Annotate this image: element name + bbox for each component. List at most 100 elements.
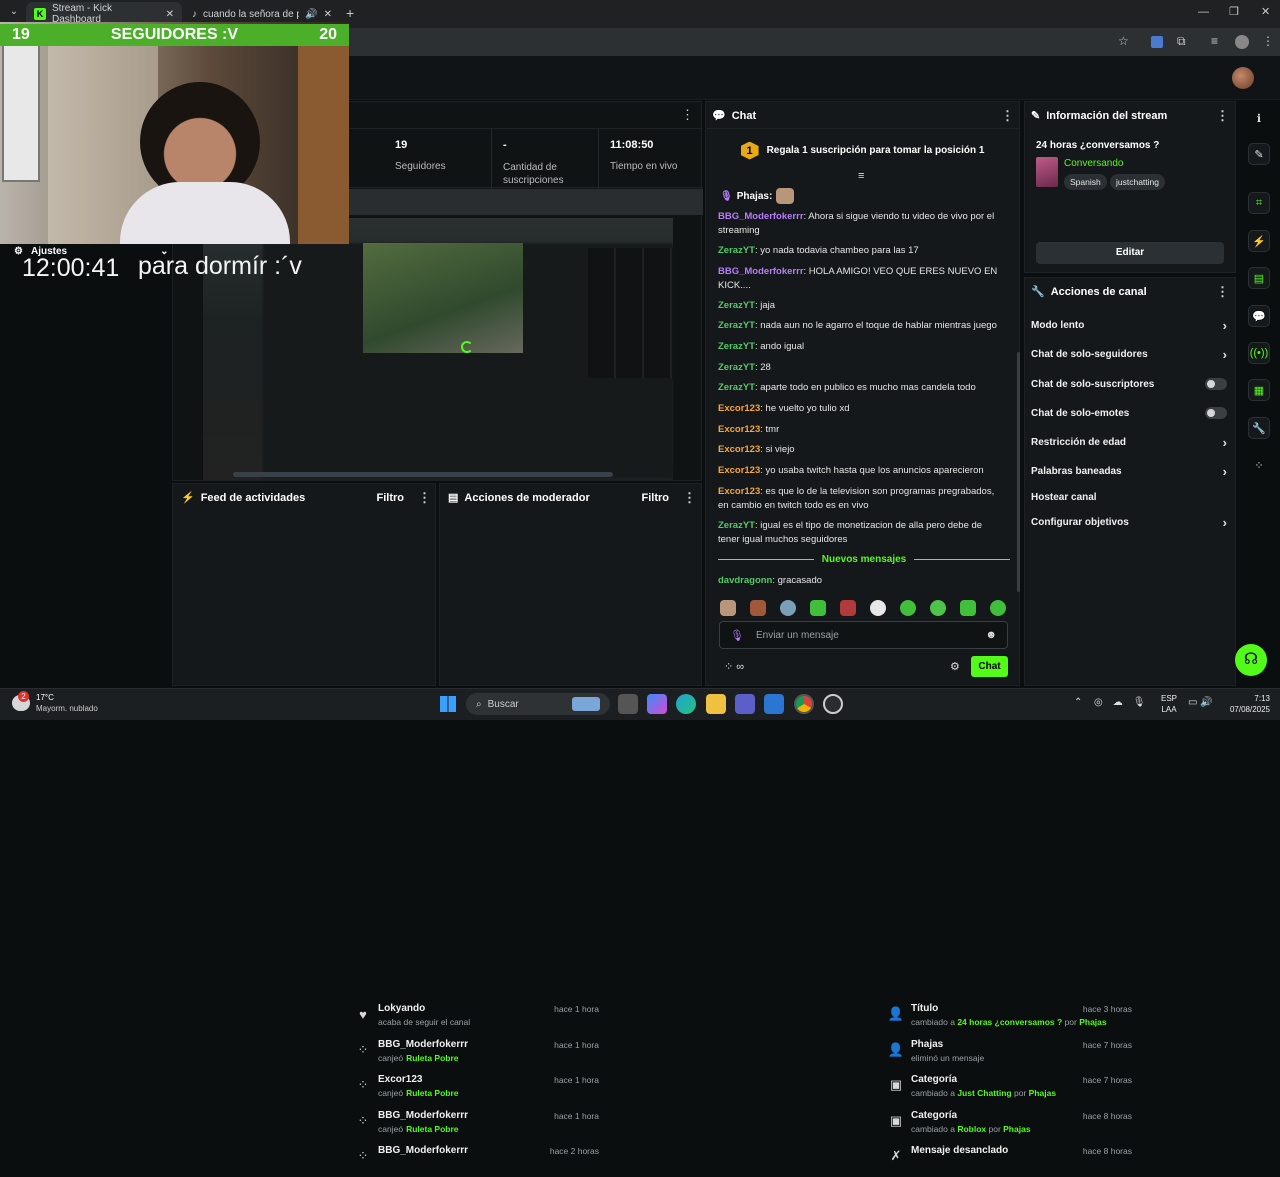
chat-username[interactable]: ZerazYT (718, 362, 755, 373)
close-window-icon[interactable]: ✕ (1261, 5, 1270, 18)
emote-globe-icon[interactable] (780, 600, 796, 616)
emote-ball-icon[interactable] (870, 600, 886, 616)
channel-action-item[interactable]: Restricción de edad › (1031, 435, 1227, 450)
mod-action-item[interactable]: ▣ Categoría hace 7 horas cambiado a Just Ch… (888, 1074, 1136, 1106)
taskbar-search-box[interactable]: ⌕ Buscar (466, 693, 610, 715)
extensions-icon[interactable]: ⧉ (1177, 34, 1186, 49)
emote-red-icon[interactable] (840, 600, 856, 616)
chat-username[interactable]: Excor123 (718, 424, 760, 435)
preview-menu-icon[interactable]: ⋮ (681, 108, 694, 121)
category-name[interactable]: Conversando (1064, 158, 1123, 169)
task-view-icon[interactable] (618, 694, 638, 714)
lightning-icon[interactable]: ⚡ (1248, 230, 1270, 252)
maximize-icon[interactable]: ❐ (1229, 5, 1239, 18)
chat-menu-icon[interactable]: ⋮ (1001, 109, 1014, 122)
edit-icon[interactable]: ✎ (1248, 143, 1270, 165)
emote-green-ball-icon[interactable] (930, 600, 946, 616)
channel-action-item[interactable]: Modo lento › (1031, 318, 1227, 333)
emote-box-icon[interactable] (750, 600, 766, 616)
mod-action-item[interactable]: ▣ Categoría hace 8 horas cambiado a Roblox … (888, 1110, 1136, 1142)
stream-info-menu-icon[interactable]: ⋮ (1216, 109, 1229, 122)
activity-item[interactable]: ⁘ BBG_Moderfokerrr hace 1 hora canjeó Ruleta… (353, 1039, 603, 1071)
playlist-icon[interactable]: ≡ (1211, 34, 1218, 48)
chat-username[interactable]: ZerazYT (718, 300, 755, 311)
points-icon[interactable]: ⁘ ∞ (724, 660, 744, 673)
clock[interactable]: 7:13 07/08/2025 (1222, 693, 1270, 715)
tag-justchatting[interactable]: justchatting (1110, 174, 1165, 190)
weather-widget[interactable]: 2 17°C Mayorm. nublado (12, 691, 98, 714)
chat-icon[interactable]: 💬 (1248, 305, 1270, 327)
copilot-icon[interactable] (647, 694, 667, 714)
tag-spanish[interactable]: Spanish (1064, 174, 1107, 190)
activity-user[interactable]: Lokyando (378, 1003, 425, 1014)
chat-username[interactable]: ZerazYT (718, 341, 755, 352)
mod-action-item[interactable]: 👤 Phajas hace 7 horas eliminó un mensaje (888, 1039, 1136, 1071)
chat-username[interactable]: ZerazYT (718, 520, 755, 531)
activity-item[interactable]: ⁘ Excor123 hace 1 hora canjeó Ruleta Pobre (353, 1074, 603, 1106)
new-messages-divider[interactable]: Nuevos mensajes (718, 554, 1010, 565)
channel-action-item[interactable]: Chat de solo-suscriptores (1031, 377, 1227, 391)
activity-user[interactable]: BBG_Moderfokerrr (378, 1039, 468, 1050)
document-icon[interactable]: ▤ (1248, 267, 1270, 289)
mod-action-item[interactable]: ✗ Mensaje desanclado hace 8 horas (888, 1145, 1136, 1177)
star-icon[interactable]: ☆ (1118, 34, 1129, 48)
scan-icon[interactable]: ⌗ (1248, 192, 1270, 214)
emoji-icon[interactable]: ☻ (985, 629, 997, 641)
gift-leader-banner[interactable]: 1 Regala 1 suscripción para tomar la pos… (706, 128, 1019, 172)
chat-username[interactable]: Excor123 (718, 403, 760, 414)
activity-user[interactable]: Excor123 (378, 1074, 422, 1085)
tray-chevron-icon[interactable]: ⌃ (1074, 697, 1082, 708)
translate-icon[interactable] (1151, 36, 1163, 48)
emote-green-bubble-icon[interactable] (990, 600, 1006, 616)
language-indicator[interactable]: ESP LAA (1161, 693, 1177, 715)
activity-menu-icon[interactable]: ⋮ (418, 491, 431, 504)
channel-actions-menu-icon[interactable]: ⋮ (1216, 285, 1229, 298)
speaker-icon[interactable]: 🔊 (305, 9, 317, 20)
toggle-switch[interactable] (1205, 378, 1227, 390)
new-tab-button[interactable]: + (346, 5, 354, 21)
close-tab-icon[interactable]: ✕ (166, 9, 174, 20)
layout-icon[interactable]: ▦ (1248, 379, 1270, 401)
chat-username[interactable]: Excor123 (718, 486, 760, 497)
edge-icon[interactable] (676, 694, 696, 714)
file-explorer-icon[interactable] (706, 694, 726, 714)
browser-menu-icon[interactable]: ⋮ (1262, 34, 1274, 48)
activity-user[interactable]: BBG_Moderfokerrr (378, 1110, 468, 1121)
chat-username[interactable]: ZerazYT (718, 382, 755, 393)
activity-item[interactable]: ♥ Lokyando hace 1 hora acaba de seguir el c… (353, 1003, 603, 1035)
minimize-icon[interactable]: — (1198, 6, 1209, 18)
video-progress-bar[interactable] (233, 472, 613, 477)
mod-menu-icon[interactable]: ⋮ (683, 491, 696, 504)
channel-action-item[interactable]: Configurar objetivos › (1031, 515, 1227, 530)
windows-start-icon[interactable] (440, 696, 456, 712)
mod-action-item[interactable]: 👤 Título hace 3 horas cambiado a 24 horas ¿… (888, 1003, 1136, 1035)
tab-list-button[interactable]: ⌄ (6, 6, 22, 22)
chat-username[interactable]: ZerazYT (718, 245, 755, 256)
support-button-icon[interactable]: ☊ (1235, 644, 1267, 676)
tray-icons[interactable]: ◎☁🎙 (1094, 697, 1155, 708)
broadcast-icon[interactable]: ((•)) (1248, 342, 1270, 364)
edit-button[interactable]: Editar (1036, 242, 1224, 264)
activity-filter-button[interactable]: Filtro (377, 492, 405, 504)
emote-cat-icon[interactable] (720, 600, 736, 616)
toggle-switch[interactable] (1205, 407, 1227, 419)
mod-filter-button[interactable]: Filtro (642, 492, 670, 504)
store-icon[interactable] (764, 694, 784, 714)
channel-action-item[interactable]: Chat de solo-seguidores › (1031, 347, 1227, 362)
obs-icon[interactable] (823, 694, 843, 714)
profile-icon[interactable] (1235, 35, 1249, 49)
chat-username[interactable]: BBG_Moderfokerrr (718, 211, 804, 222)
send-chat-button[interactable]: Chat (971, 656, 1008, 677)
points-toolbar-icon[interactable]: ⁘ (1248, 454, 1270, 476)
emote-green-smile-icon[interactable] (960, 600, 976, 616)
collapse-icon[interactable]: ≡ (858, 170, 864, 182)
chat-username[interactable]: Excor123 (718, 465, 760, 476)
chat-settings-icon[interactable]: ⚙ (950, 660, 960, 673)
channel-action-item[interactable]: Palabras baneadas › (1031, 464, 1227, 479)
activity-item[interactable]: ⁘ BBG_Moderfokerrr hace 1 hora canjeó Ruleta… (353, 1110, 603, 1142)
network-volume-icons[interactable]: ▭ 🔊 (1188, 697, 1213, 708)
close-tab-icon[interactable]: ✕ (324, 9, 332, 20)
channel-action-item[interactable]: Hostear canal (1031, 490, 1227, 504)
user-avatar[interactable] (1232, 67, 1254, 89)
chat-username[interactable]: Excor123 (718, 444, 760, 455)
